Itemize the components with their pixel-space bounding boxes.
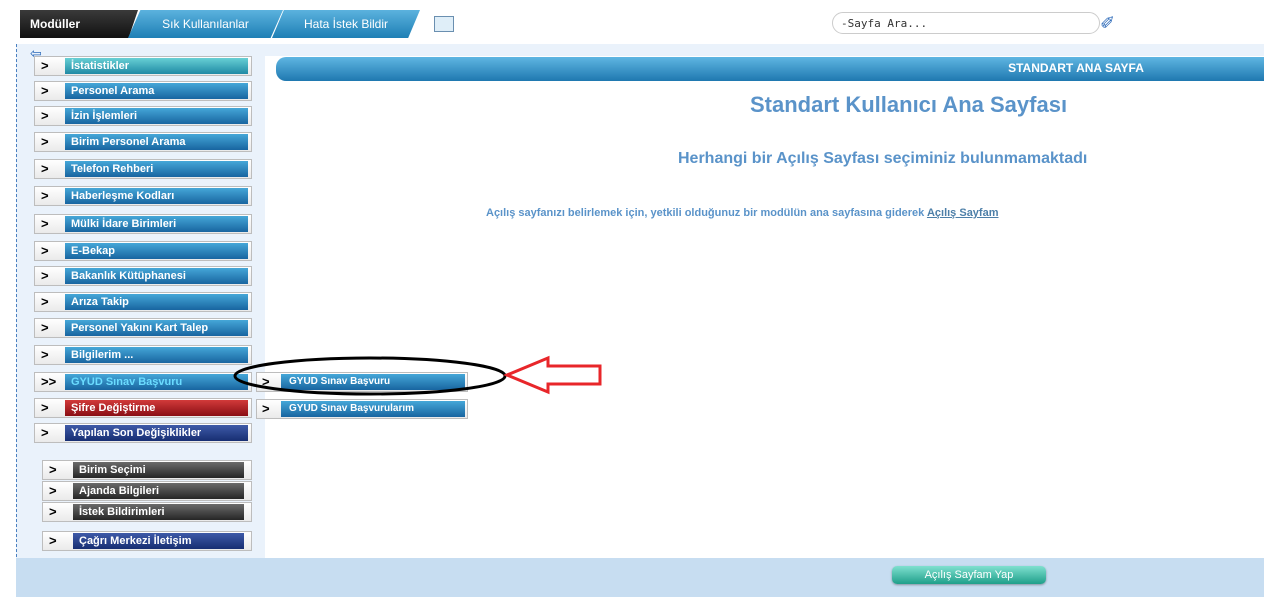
sidebar-item-leave[interactable]: > İzin İşlemleri bbox=[34, 106, 252, 126]
sidebar-item-my-info[interactable]: > Bilgilerim ... bbox=[34, 345, 252, 365]
sidebar-item-label: Arıza Takip bbox=[65, 294, 248, 310]
sidebar-item-e-bekap[interactable]: > E-Bekap bbox=[34, 241, 252, 261]
sidebar-item-label: Telefon Rehberi bbox=[65, 161, 248, 177]
window-icon[interactable] bbox=[434, 16, 454, 32]
chevron-right-icon: > bbox=[41, 243, 49, 258]
chevron-right-icon: > bbox=[41, 400, 49, 415]
sidebar-item-gyud-exam[interactable]: >> GYUD Sınav Başvuru bbox=[34, 372, 252, 392]
sidebar-item-label: Şifre Değiştirme bbox=[65, 400, 248, 416]
page-title: Standart Kullanıcı Ana Sayfası bbox=[750, 92, 1068, 117]
sidebar-item-label: İzin İşlemleri bbox=[65, 108, 248, 124]
sidebar-item-statistics[interactable]: > İstatistikler bbox=[34, 56, 252, 76]
sidebar-item-requests[interactable]: > İstek Bildirimleri bbox=[42, 502, 252, 522]
sidebar-item-label: E-Bekap bbox=[65, 243, 248, 259]
sidebar-item-label: Haberleşme Kodları bbox=[65, 188, 248, 204]
sidebar-item-label: Bakanlık Kütüphanesi bbox=[65, 268, 248, 284]
search-input[interactable]: -Sayfa Ara... bbox=[832, 12, 1100, 34]
sidebar-item-change-password[interactable]: > Şifre Değiştirme bbox=[34, 398, 252, 418]
sidebar-item-recent-changes[interactable]: > Yapılan Son Değişiklikler bbox=[34, 423, 252, 443]
tab-modules[interactable]: Modüller bbox=[20, 10, 138, 38]
page-header-title: STANDART ANA SAYFA bbox=[1008, 61, 1144, 75]
submenu-item-gyud-my-applications[interactable]: > GYUD Sınav Başvurularım bbox=[256, 399, 468, 419]
chevron-right-icon: > bbox=[41, 108, 49, 123]
chevron-right-icon: > bbox=[41, 161, 49, 176]
chevron-right-icon: > bbox=[49, 462, 57, 477]
sidebar-item-label: İstek Bildirimleri bbox=[73, 504, 244, 520]
chevron-right-icon: > bbox=[41, 320, 49, 335]
top-navbar: Modüller Sık Kullanılanlar Hata İstek Bi… bbox=[0, 0, 1264, 44]
sidebar-item-personnel-search[interactable]: > Personel Arama bbox=[34, 81, 252, 101]
sidebar-item-label: Birim Seçimi bbox=[73, 462, 244, 478]
chevron-right-icon: > bbox=[41, 294, 49, 309]
sidebar-item-comm-codes[interactable]: > Haberleşme Kodları bbox=[34, 186, 252, 206]
sidebar-item-admin-units[interactable]: > Mülki İdare Birimleri bbox=[34, 214, 252, 234]
sidebar-item-label: Bilgilerim ... bbox=[65, 347, 248, 363]
info-text: Açılış sayfanızı belirlemek için, yetkil… bbox=[486, 207, 999, 219]
sidebar-item-phonebook[interactable]: > Telefon Rehberi bbox=[34, 159, 252, 179]
tab-error-report[interactable]: Hata İstek Bildir bbox=[272, 10, 420, 38]
chevron-right-icon: > bbox=[262, 374, 270, 389]
footer-bar bbox=[16, 558, 1264, 597]
tab-favorites[interactable]: Sık Kullanılanlar bbox=[128, 10, 283, 38]
sidebar-item-agenda[interactable]: > Ajanda Bilgileri bbox=[42, 481, 252, 501]
sidebar-item-label: GYUD Sınav Başvuru bbox=[65, 374, 248, 390]
sidebar-item-label: Personel Yakını Kart Talep bbox=[65, 320, 248, 336]
sidebar-item-unit-personnel[interactable]: > Birim Personel Arama bbox=[34, 132, 252, 152]
search-broom-icon[interactable]: ✐ bbox=[1100, 14, 1120, 34]
content-area bbox=[265, 56, 1264, 558]
sidebar-item-label: Mülki İdare Birimleri bbox=[65, 216, 248, 232]
chevron-right-icon: > bbox=[49, 533, 57, 548]
sidebar-item-label: İstatistikler bbox=[65, 58, 248, 74]
sidebar-item-label: Ajanda Bilgileri bbox=[73, 483, 244, 499]
sidebar-item-unit-selection[interactable]: > Birim Seçimi bbox=[42, 460, 252, 480]
chevron-right-icon: > bbox=[49, 483, 57, 498]
submenu-item-label: GYUD Sınav Başvurularım bbox=[281, 401, 465, 417]
sidebar-item-relative-card[interactable]: > Personel Yakını Kart Talep bbox=[34, 318, 252, 338]
chevron-right-icon: > bbox=[262, 401, 270, 416]
sidebar-item-fault-tracking[interactable]: > Arıza Takip bbox=[34, 292, 252, 312]
submenu-item-label: GYUD Sınav Başvuru bbox=[281, 374, 465, 390]
sidebar-item-label: Personel Arama bbox=[65, 83, 248, 99]
chevron-right-icon: > bbox=[41, 347, 49, 362]
chevron-right-icon: > bbox=[41, 216, 49, 231]
set-homepage-button[interactable]: Açılış Sayfam Yap bbox=[892, 566, 1046, 584]
chevron-right-icon: > bbox=[41, 58, 49, 73]
double-chevron-right-icon: >> bbox=[41, 374, 57, 389]
homepage-link[interactable]: Açılış Sayfam bbox=[927, 207, 999, 219]
sidebar-item-library[interactable]: > Bakanlık Kütüphanesi bbox=[34, 266, 252, 286]
sidebar-item-label: Birim Personel Arama bbox=[65, 134, 248, 150]
sidebar-item-label: Yapılan Son Değişiklikler bbox=[65, 425, 248, 441]
submenu-item-gyud-exam-apply[interactable]: > GYUD Sınav Başvuru bbox=[256, 372, 468, 392]
chevron-right-icon: > bbox=[41, 268, 49, 283]
chevron-right-icon: > bbox=[49, 504, 57, 519]
sidebar-item-call-center[interactable]: > Çağrı Merkezi İletişim bbox=[42, 531, 252, 551]
chevron-right-icon: > bbox=[41, 83, 49, 98]
page-subtitle: Herhangi bir Açılış Sayfası seçiminiz bu… bbox=[678, 150, 1088, 167]
chevron-right-icon: > bbox=[41, 425, 49, 440]
sidebar-item-label: Çağrı Merkezi İletişim bbox=[73, 533, 244, 549]
chevron-right-icon: > bbox=[41, 188, 49, 203]
page-header-bar: STANDART ANA SAYFA bbox=[276, 57, 1264, 81]
chevron-right-icon: > bbox=[41, 134, 49, 149]
